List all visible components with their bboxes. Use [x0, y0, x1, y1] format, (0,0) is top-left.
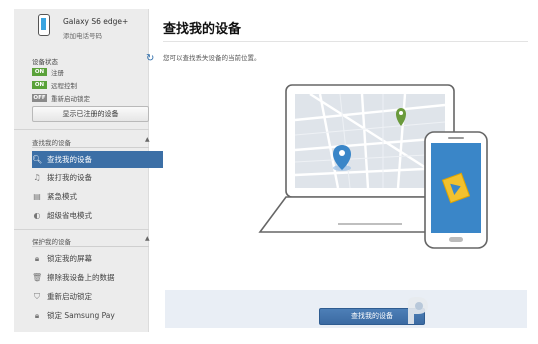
trash-icon: 🗑︎ [32, 273, 43, 282]
divider [32, 147, 149, 148]
status-row-registered: ON 注册 [32, 67, 64, 77]
status-badge: ON [32, 81, 47, 89]
refresh-icon[interactable]: ↻ [146, 54, 156, 64]
nav-item-lock-samsung-pay[interactable]: 🔒︎ 锁定 Samsung Pay [32, 307, 162, 324]
section-title-protect[interactable]: 保护我的设备 [32, 236, 71, 246]
device-name: Galaxy S6 edge+ [63, 17, 129, 26]
map-pin-blue-icon [333, 145, 351, 171]
lock-icon: 🔒︎ [34, 310, 40, 320]
status-label: 重新启动锁定 [51, 95, 90, 103]
divider [14, 229, 149, 230]
nav-item-label: 紧急模式 [47, 192, 77, 201]
nav-item-reactivation-lock[interactable]: ⛉ 重新启动锁定 [32, 288, 162, 305]
nav-item-label: 拨打我的设备 [47, 173, 92, 182]
nav-item-ring-my-device[interactable]: ♫ 拨打我的设备 [32, 169, 162, 186]
nav-item-label: 锁定我的屏幕 [47, 254, 92, 263]
nav-item-lock-my-screen[interactable]: 🔒︎ 锁定我的屏幕 [32, 250, 162, 267]
emergency-icon: ▤ [33, 192, 41, 201]
nav-item-wipe-my-device[interactable]: 🗑︎ 擦除我设备上的数据 [32, 269, 162, 286]
nav-item-emergency-mode[interactable]: ▤ 紧急模式 [32, 188, 162, 205]
device-card[interactable]: Galaxy S6 edge+ 添加电话号码 [14, 9, 149, 45]
sidebar: Galaxy S6 edge+ 添加电话号码 设备状态 ↻ ON 注册 ON 远… [14, 9, 163, 332]
divider [32, 246, 149, 247]
status-badge: OFF [32, 94, 47, 102]
divider [14, 129, 149, 130]
nav-item-find-my-device[interactable]: 🔍︎ 查找我的设备 [32, 151, 163, 168]
laptop-and-phone-illustration [258, 84, 488, 249]
nav-item-label: 重新启动锁定 [47, 292, 92, 301]
nav-item-label: 擦除我设备上的数据 [47, 273, 115, 282]
lock-icon: 🔒︎ [34, 253, 40, 263]
section-title-find[interactable]: 查找我的设备 [32, 137, 71, 147]
page-title: 查找我的设备 [163, 22, 242, 37]
page-description: 您可以查找丢失设备的当前位置。 [163, 54, 261, 62]
show-registered-devices-button[interactable]: 显示已注册的设备 [32, 106, 149, 122]
collapse-caret-icon[interactable]: ▲ [145, 235, 150, 242]
status-row-remote-control: ON 远程控制 [32, 80, 77, 90]
nav-item-label: 超级省电模式 [47, 211, 92, 220]
collapse-caret-icon[interactable]: ▲ [145, 136, 150, 143]
device-status-title: 设备状态 [32, 58, 58, 66]
status-row-reactivation-lock: OFF 重新启动锁定 [32, 93, 90, 103]
status-badge: ON [32, 68, 47, 76]
shield-icon: ⛉ [34, 291, 40, 301]
phone-icon [38, 14, 50, 36]
add-phone-number-link[interactable]: 添加电话号码 [63, 30, 102, 40]
status-label: 远程控制 [51, 82, 77, 90]
music-note-icon: ♫ [33, 173, 41, 182]
nav-item-label: 查找我的设备 [47, 155, 92, 164]
smartphone-illustration [424, 131, 488, 249]
divider [163, 41, 528, 42]
status-label: 注册 [51, 69, 64, 77]
nav-item-ultra-power-saving[interactable]: ◐ 超级省电模式 [32, 207, 162, 224]
watermark-logo-icon [408, 297, 428, 324]
search-icon: 🔍︎ [32, 155, 43, 164]
power-saving-icon: ◐ [33, 211, 41, 220]
nav-item-label: 锁定 Samsung Pay [47, 311, 115, 320]
